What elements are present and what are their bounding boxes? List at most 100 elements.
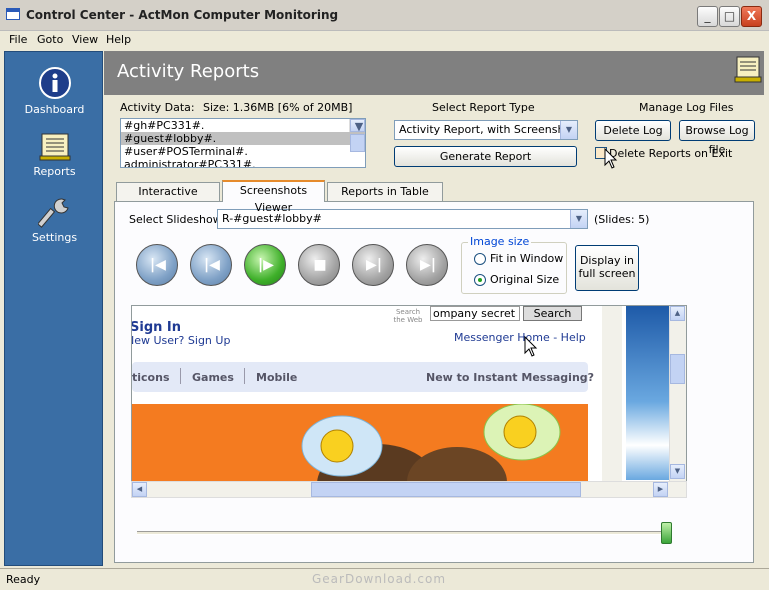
- play-button[interactable]: |▶: [244, 244, 286, 286]
- info-icon: [38, 67, 71, 99]
- original-size-radio[interactable]: [474, 274, 486, 286]
- next-slide-button[interactable]: ▶|: [352, 244, 394, 286]
- slide-position-thumb[interactable]: [661, 522, 672, 544]
- screenshot-search-button: Search: [523, 306, 582, 321]
- list-item[interactable]: #guest#lobby#.: [121, 132, 365, 145]
- generate-report-button[interactable]: Generate Report: [394, 146, 577, 167]
- list-scrollbar[interactable]: ▲ ▼: [349, 119, 365, 152]
- reports-icon: [734, 56, 762, 83]
- scroll-thumb[interactable]: [311, 482, 581, 497]
- stop-button[interactable]: ■: [298, 244, 340, 286]
- sidebar: Dashboard Reports Settings: [4, 51, 103, 566]
- scroll-right-icon[interactable]: ▶: [653, 482, 668, 497]
- play-icon: |▶: [258, 257, 274, 273]
- menu-help[interactable]: Help: [106, 33, 131, 46]
- inner-scrollbar: [602, 306, 622, 495]
- sidebar-item-settings[interactable]: Settings: [5, 196, 104, 244]
- fit-window-radio[interactable]: [474, 253, 486, 265]
- search-hint: Search the Web: [393, 308, 423, 324]
- page-title: Activity Reports: [117, 61, 260, 82]
- list-item[interactable]: #user#POSTerminal#.: [121, 145, 365, 158]
- screenshot-nav-bar: ticons Games Mobile New to Instant Messa…: [132, 362, 594, 392]
- activity-data-list[interactable]: #gh#PC331#. #guest#lobby#. #user#POSTerm…: [120, 118, 366, 168]
- fullscreen-label-2: full screen: [578, 267, 636, 280]
- scroll-thumb[interactable]: [350, 134, 365, 152]
- viewer-vscroll[interactable]: ▲ ▼: [669, 306, 686, 495]
- manage-logs-label: Manage Log Files: [639, 101, 734, 114]
- menu-goto[interactable]: Goto: [37, 33, 63, 46]
- report-type-label: Select Report Type: [432, 101, 535, 114]
- maximize-button[interactable]: □: [719, 6, 740, 27]
- screenshot-nav-item: Games: [192, 371, 234, 384]
- tab-interactive-reports[interactable]: Interactive Reports: [116, 182, 220, 215]
- chevron-down-icon: ▼: [560, 121, 577, 139]
- minimize-button[interactable]: _: [697, 6, 718, 27]
- slide-position-track: [137, 531, 671, 535]
- screenshot-viewer[interactable]: Search the Web ompany secret Search Sign…: [131, 305, 687, 496]
- report-type-select[interactable]: Activity Report, with Screenshot ▼: [394, 120, 578, 140]
- slides-count: (Slides: 5): [594, 213, 650, 226]
- chevron-down-icon: ▼: [570, 210, 587, 228]
- scroll-down-icon[interactable]: ▼: [350, 119, 365, 133]
- fullscreen-label-1: Display in: [579, 254, 635, 267]
- scroll-left-icon[interactable]: ◀: [132, 482, 147, 497]
- sidebar-item-label: Reports: [33, 165, 76, 178]
- log-size-text: Size: 1.36MB [6% of 20MB]: [203, 101, 353, 114]
- banner-art: [301, 404, 561, 482]
- sidebar-item-label: Settings: [31, 231, 78, 244]
- scroll-down-icon[interactable]: ▼: [670, 464, 685, 479]
- previous-slide-button[interactable]: |◀: [190, 244, 232, 286]
- skip-first-icon: |◀: [150, 257, 166, 273]
- main-panel: Activity Reports Activity Data: Size: 1.…: [104, 51, 764, 566]
- list-item[interactable]: #gh#PC331#.: [121, 119, 365, 132]
- last-slide-button[interactable]: ▶|: [406, 244, 448, 286]
- status-text: Ready: [6, 573, 41, 586]
- sign-up-link: Sign Up: [187, 334, 231, 347]
- fit-window-label: Fit in Window: [490, 252, 564, 265]
- step-back-icon: |◀: [204, 257, 220, 273]
- screenshot-new-user: New User? Sign Up: [132, 334, 231, 347]
- watermark: GearDownload.com: [312, 572, 447, 586]
- stop-icon: ■: [313, 257, 327, 273]
- status-bar: Ready GearDownload.com: [0, 568, 769, 590]
- header-bar: Activity Reports: [104, 51, 764, 95]
- scroll-thumb[interactable]: [670, 354, 685, 384]
- close-button[interactable]: X: [741, 6, 762, 27]
- screenshot-nav-item: ticons: [132, 371, 170, 384]
- scroll-up-icon[interactable]: ▲: [670, 306, 685, 321]
- screenshot-search-field: ompany secret: [430, 306, 520, 321]
- slideshow-label: Select Slideshow: [129, 213, 222, 226]
- activity-data-label: Activity Data:: [120, 101, 195, 114]
- image-size-group: Image size Fit in Window Original Size: [461, 235, 567, 294]
- delete-on-exit-label: Delete Reports on Exit: [609, 147, 733, 160]
- screenshot-sky: [626, 306, 670, 480]
- fullscreen-button[interactable]: Display in full screen: [575, 245, 639, 291]
- sidebar-item-dashboard[interactable]: Dashboard: [5, 66, 104, 116]
- menu-view[interactable]: View: [72, 33, 98, 46]
- menu-file[interactable]: File: [9, 33, 27, 46]
- mouse-cursor-icon: [524, 336, 538, 357]
- screenshot-image: Search the Web ompany secret Search Sign…: [131, 306, 594, 495]
- screenshot-nav-item: Mobile: [256, 371, 298, 384]
- screenshot-sign-in: Sign In: [131, 320, 181, 335]
- sidebar-item-label: Dashboard: [24, 103, 85, 116]
- first-slide-button[interactable]: |◀: [136, 244, 178, 286]
- tab-reports-table[interactable]: Reports in Table Form: [327, 182, 443, 215]
- title-bar: Control Center - ActMon Computer Monitor…: [0, 0, 769, 31]
- skip-last-icon: ▶|: [420, 257, 436, 273]
- mouse-cursor-icon: [604, 148, 618, 169]
- separator: [180, 368, 181, 384]
- delete-log-button[interactable]: Delete Log: [595, 120, 671, 141]
- window-title: Control Center - ActMon Computer Monitor…: [26, 8, 339, 22]
- tab-screenshots-viewer[interactable]: Screenshots Viewer: [222, 180, 325, 214]
- original-size-label: Original Size: [490, 273, 560, 286]
- viewer-hscroll[interactable]: ◀ ▶: [131, 481, 687, 498]
- screenshot-promo: New to Instant Messaging?: [426, 371, 595, 384]
- list-item[interactable]: administrator#PC331#.: [121, 158, 365, 167]
- step-forward-icon: ▶|: [366, 257, 382, 273]
- report-type-value: Activity Report, with Screenshot: [399, 123, 576, 136]
- image-size-legend: Image size: [468, 235, 532, 248]
- wrench-icon: [37, 198, 69, 228]
- sidebar-item-reports[interactable]: Reports: [5, 132, 104, 178]
- browse-log-button[interactable]: Browse Log file: [679, 120, 755, 156]
